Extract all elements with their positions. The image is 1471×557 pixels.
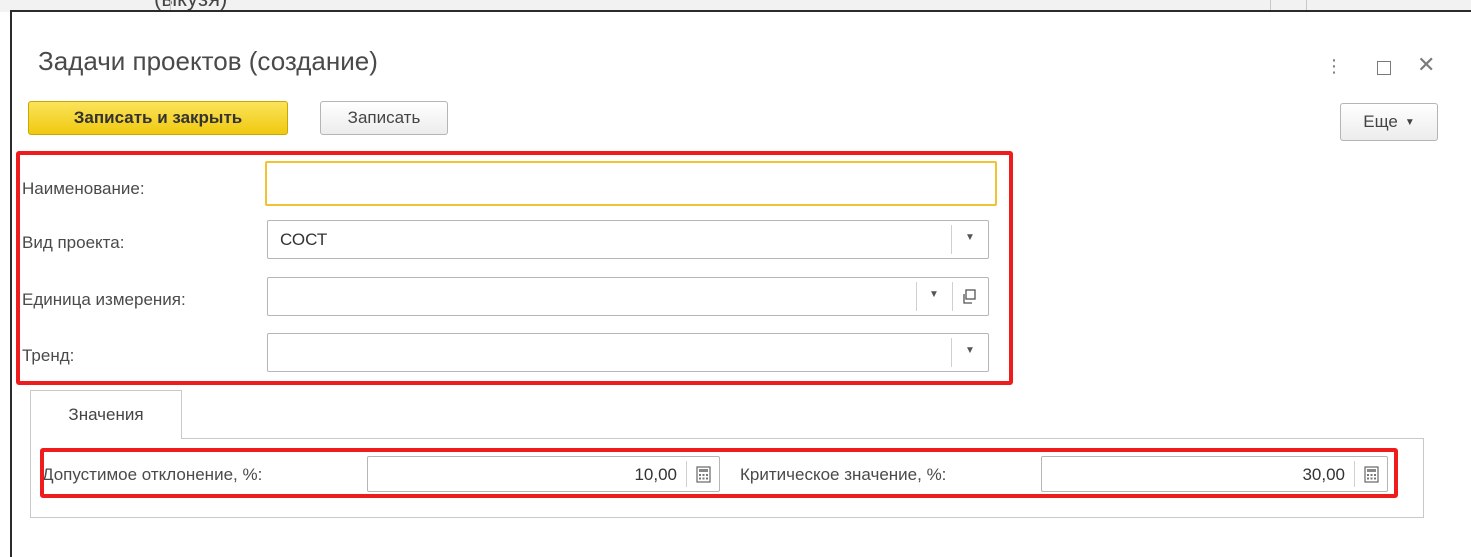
highlight-main-fields [16, 151, 1013, 385]
chevron-down-icon: ▼ [1404, 116, 1415, 128]
highlight-values-row [40, 448, 1398, 498]
maximize-icon[interactable] [1377, 61, 1391, 75]
save-button[interactable]: Записать [320, 101, 448, 135]
save-and-close-button[interactable]: Записать и закрыть [28, 101, 288, 135]
more-actions-button[interactable]: Еще ▼ [1340, 103, 1438, 141]
more-actions-label: Еще [1363, 112, 1398, 131]
window-title: Задачи проектов (создание) [38, 46, 378, 76]
more-vertical-icon[interactable]: ⋮ [1325, 56, 1343, 77]
tab-values[interactable]: Значения [30, 390, 182, 439]
form-window: Задачи проектов (создание) ⋮ ✕ Записать … [10, 10, 1471, 557]
close-icon[interactable]: ✕ [1417, 52, 1435, 78]
